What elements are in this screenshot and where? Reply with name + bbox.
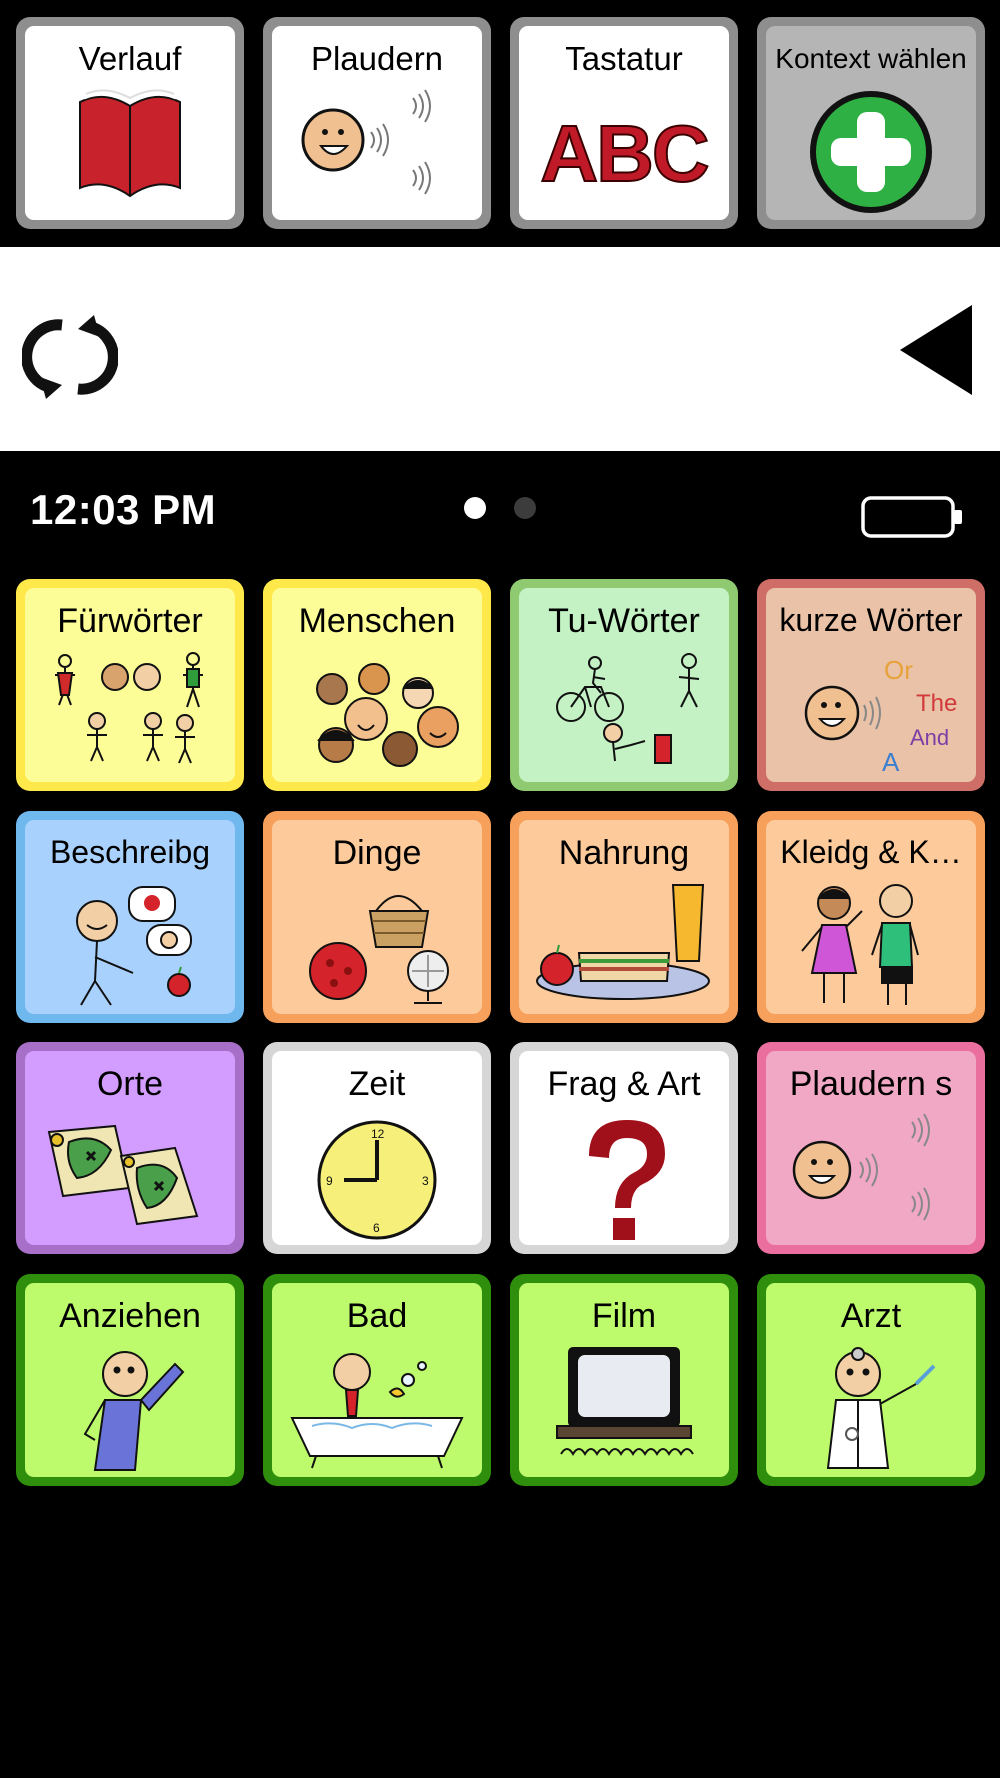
tile-label: kurze Wörter <box>779 602 963 638</box>
history-button[interactable]: Verlauf <box>16 17 244 229</box>
book-icon <box>79 89 181 198</box>
tile-label: Fürwörter <box>57 602 203 640</box>
tile-time[interactable]: Zeit 12 3 6 9 <box>263 1042 491 1254</box>
svg-text:12: 12 <box>371 1127 385 1141</box>
tile-clothes[interactable]: Kleidg & K… <box>757 811 985 1023</box>
short-words-icon: Or The And A <box>804 655 957 777</box>
tile-things[interactable]: Dinge <box>263 811 491 1023</box>
tile-label: Anziehen <box>59 1297 201 1335</box>
keyboard-button[interactable]: Tastatur ABC <box>510 17 738 229</box>
svg-text:9: 9 <box>326 1174 333 1188</box>
chat-button[interactable]: Plaudern <box>263 17 491 229</box>
battery-icon <box>861 496 962 538</box>
page-dot-active[interactable] <box>464 497 486 519</box>
question-mark-icon <box>589 1120 665 1240</box>
page-dot[interactable] <box>514 497 536 519</box>
svg-text:3: 3 <box>422 1174 429 1188</box>
clothes-kids-icon <box>801 884 919 1005</box>
backspace-icon[interactable] <box>898 303 974 397</box>
tile-describing[interactable]: Beschreibg <box>16 811 244 1023</box>
food-sandwich-icon <box>536 884 710 1000</box>
describing-icon <box>76 886 192 1006</box>
talking-face-icon <box>792 1113 930 1221</box>
tile-bath[interactable]: Bad <box>263 1274 491 1486</box>
tile-short-words[interactable]: kurze Wörter Or The And A <box>757 579 985 791</box>
tile-food[interactable]: Nahrung <box>510 811 738 1023</box>
people-faces-icon <box>316 663 459 767</box>
tile-dressing[interactable]: Anziehen <box>16 1274 244 1486</box>
tile-label: Film <box>591 1297 657 1335</box>
dressing-icon <box>83 1351 185 1471</box>
tile-label: Dinge <box>332 834 422 872</box>
tile-doctor[interactable]: Arzt <box>757 1274 985 1486</box>
talking-face-icon <box>301 89 431 195</box>
tile-label: Beschreibg <box>49 834 211 870</box>
tile-label: Nahrung <box>558 834 690 872</box>
clock-icon: 12 3 6 9 <box>317 1120 437 1240</box>
short-word-and: And <box>910 725 949 750</box>
clock: 12:03 PM <box>30 486 217 533</box>
pronouns-illustration-icon <box>55 652 203 764</box>
tile-label: Kleidg & K… <box>780 834 962 870</box>
tile-chat[interactable]: Plaudern s <box>757 1042 985 1254</box>
history-label: Verlauf <box>78 40 182 77</box>
tile-label: Bad <box>346 1297 408 1335</box>
television-icon <box>556 1347 694 1456</box>
tile-label: Arzt <box>840 1297 902 1335</box>
tile-places[interactable]: Orte <box>16 1042 244 1254</box>
context-label: Kontext wählen <box>775 43 967 74</box>
clear-refresh-icon[interactable] <box>22 315 118 399</box>
verbs-action-icon <box>556 653 700 764</box>
short-word-the: The <box>916 690 957 717</box>
tile-questions[interactable]: Frag & Art <box>510 1042 738 1254</box>
tile-label: Tu-Wörter <box>548 602 700 640</box>
tile-label: Menschen <box>298 602 456 640</box>
top-toolbar: Verlauf Plaudern Tastatur ABC Kontext wä… <box>0 0 1000 247</box>
plus-icon <box>810 91 932 213</box>
tile-film[interactable]: Film <box>510 1274 738 1486</box>
tile-label: Frag & Art <box>547 1065 701 1103</box>
tile-people[interactable]: Menschen <box>263 579 491 791</box>
keyboard-label: Tastatur <box>565 40 683 77</box>
bathtub-icon <box>290 1353 464 1469</box>
tile-pronouns[interactable]: Fürwörter <box>16 579 244 791</box>
svg-text:6: 6 <box>373 1221 380 1235</box>
tile-label: Zeit <box>348 1065 406 1103</box>
abc-icon: ABC <box>539 108 710 199</box>
things-ball-basket-icon <box>309 895 449 1004</box>
doctor-icon <box>826 1347 936 1469</box>
short-word-a: A <box>882 747 900 777</box>
message-bar[interactable] <box>0 247 1000 451</box>
chat-label: Plaudern <box>310 40 444 77</box>
short-word-or: Or <box>884 655 913 685</box>
tile-label: Plaudern s <box>789 1065 953 1103</box>
choose-context-button[interactable]: Kontext wählen <box>757 17 985 229</box>
tile-label: Orte <box>96 1065 164 1103</box>
places-map-icon <box>47 1124 199 1226</box>
tile-verbs[interactable]: Tu-Wörter <box>510 579 738 791</box>
